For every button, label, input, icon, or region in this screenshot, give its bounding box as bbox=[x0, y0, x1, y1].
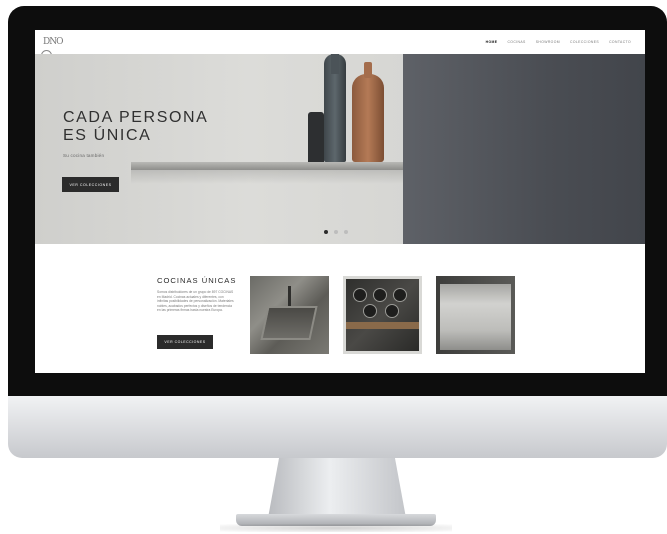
hero-vase-copper bbox=[352, 74, 384, 162]
hero-dark-panel bbox=[403, 54, 645, 244]
logo-text: DNO bbox=[43, 37, 64, 47]
kitchen-thumbnail-steel-panel[interactable] bbox=[436, 276, 515, 354]
collection-title: COCINAS ÚNICAS bbox=[157, 276, 237, 285]
nav-item-contacto[interactable]: Contacto bbox=[609, 38, 631, 48]
monitor-chin bbox=[8, 396, 667, 458]
steel-panel-shape bbox=[440, 284, 511, 350]
burner-icon bbox=[385, 304, 399, 318]
main-nav: Home Cocinas Showroom Colecciones Contac… bbox=[486, 38, 631, 48]
burner-icon bbox=[393, 288, 407, 302]
hero-shelf bbox=[131, 162, 403, 170]
burner-icon bbox=[373, 288, 387, 302]
nav-item-colecciones[interactable]: Colecciones bbox=[570, 38, 599, 48]
hero-vase-copper-neck bbox=[364, 62, 372, 78]
collection-description: Somos distribuidores de un grupo de 897 … bbox=[157, 290, 234, 313]
slider-dots bbox=[324, 230, 348, 234]
website-screen: DNO Home Cocinas Showroom Colecciones Co… bbox=[35, 30, 645, 373]
nav-item-showroom[interactable]: Showroom bbox=[536, 38, 560, 48]
burner-icon bbox=[363, 304, 377, 318]
hero-vase-black bbox=[308, 112, 324, 162]
hero-subtitle: Su cocina también bbox=[63, 153, 105, 158]
wood-drawer bbox=[346, 322, 419, 329]
sink-shape bbox=[260, 306, 318, 340]
hero-shelf-shadow bbox=[131, 170, 403, 184]
hero-ver-colecciones-button[interactable]: VER COLECCIONES bbox=[62, 177, 119, 192]
hero-title-line2: ES ÚNICA bbox=[63, 127, 152, 144]
slider-dot-2[interactable] bbox=[334, 230, 338, 234]
kitchen-thumbnail-cooktop[interactable] bbox=[343, 276, 422, 354]
nav-item-home[interactable]: Home bbox=[486, 38, 498, 48]
hero-title-line1: CADA PERSONA bbox=[63, 109, 209, 126]
hero-vase-grey-neck bbox=[331, 54, 339, 74]
hero-slider: CADA PERSONA ES ÚNICA Su cocina también … bbox=[35, 54, 645, 244]
kitchen-thumbnail-sink[interactable] bbox=[250, 276, 329, 354]
site-header: DNO Home Cocinas Showroom Colecciones Co… bbox=[35, 30, 645, 61]
slider-dot-3[interactable] bbox=[344, 230, 348, 234]
collection-ver-colecciones-button[interactable]: VER COLECCIONES bbox=[157, 335, 213, 349]
site-logo[interactable]: DNO bbox=[41, 35, 73, 61]
nav-item-cocinas[interactable]: Cocinas bbox=[507, 38, 525, 48]
collection-section: COCINAS ÚNICAS Somos distribuidores de u… bbox=[35, 244, 645, 373]
slider-dot-1[interactable] bbox=[324, 230, 328, 234]
monitor-stand-shadow bbox=[220, 524, 452, 532]
hero-title: CADA PERSONA ES ÚNICA bbox=[63, 109, 283, 145]
monitor-stand-neck bbox=[268, 458, 406, 518]
burner-icon bbox=[353, 288, 367, 302]
